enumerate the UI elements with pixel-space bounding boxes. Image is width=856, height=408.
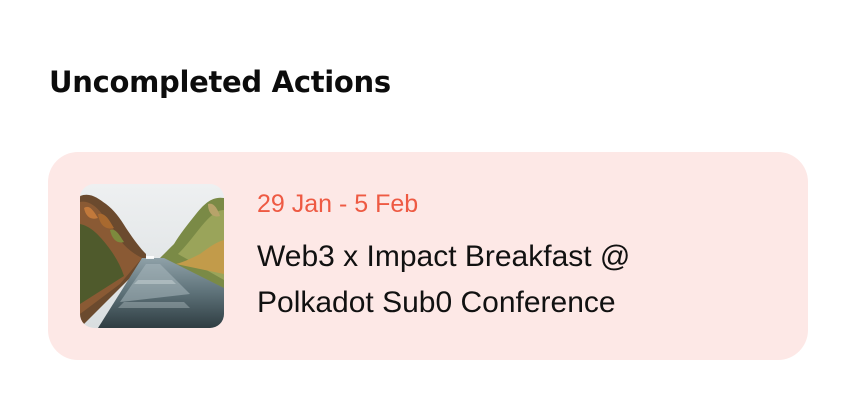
uncompleted-actions-section: Uncompleted Actions 29 Jan - 5 Feb Web3 … xyxy=(0,0,856,408)
event-date-range: 29 Jan - 5 Feb xyxy=(257,190,419,218)
event-title: Web3 x Impact Breakfast @ Polkadot Sub0 … xyxy=(257,240,631,319)
action-card[interactable]: 29 Jan - 5 Feb Web3 x Impact Breakfast @… xyxy=(48,152,808,360)
section-title: Uncompleted Actions xyxy=(49,65,391,99)
event-thumbnail-image xyxy=(80,184,224,328)
river-canal-photo-icon xyxy=(80,184,224,328)
